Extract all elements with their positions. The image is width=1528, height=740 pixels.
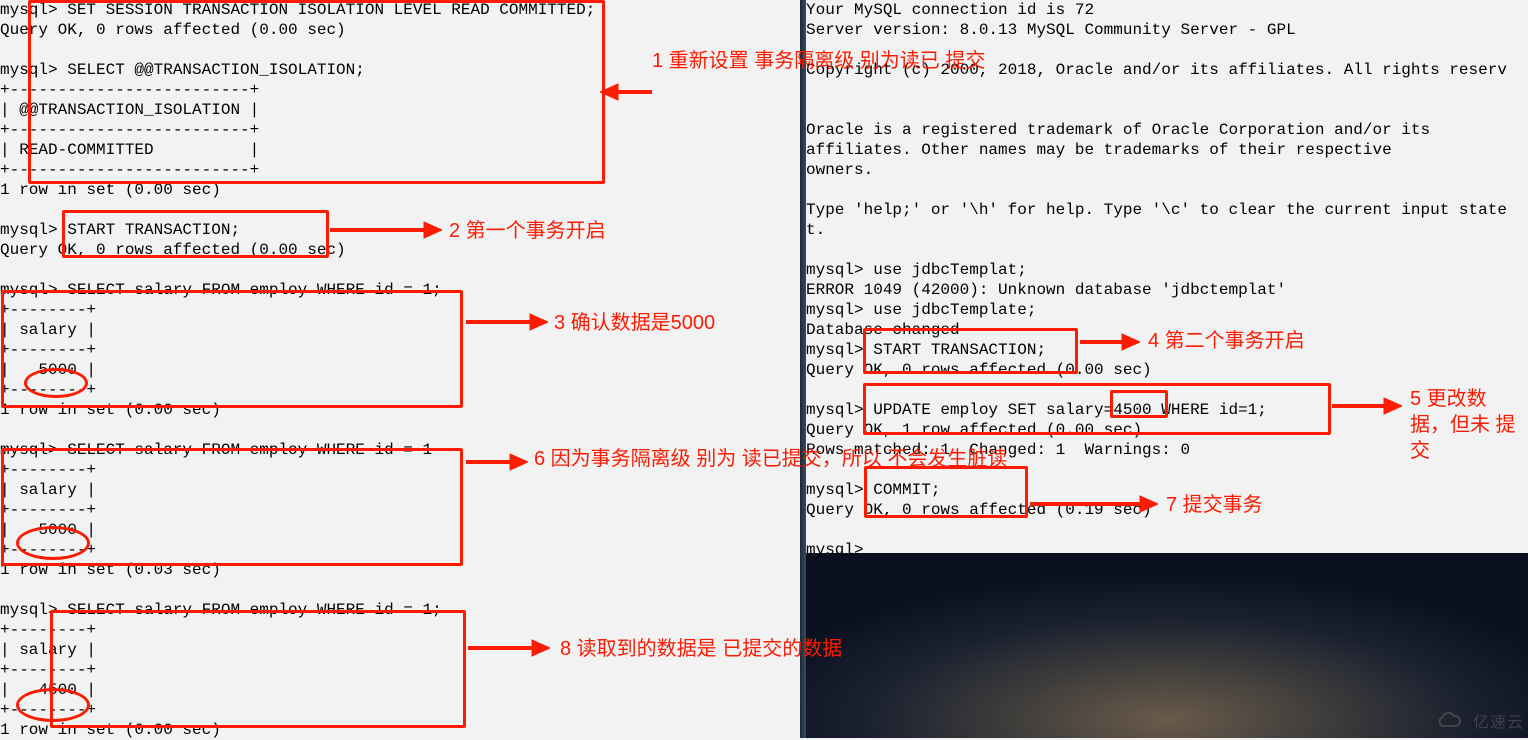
highlight-box-2 [62,210,329,258]
arrow-6 [466,452,528,472]
arrow-2 [330,220,442,240]
annotation-4: 4 第二个事务开启 [1148,328,1305,354]
highlight-box-1 [28,0,605,184]
arrow-3 [466,312,548,332]
circle-5000-a [24,368,88,398]
circle-5000-b [16,526,90,560]
highlight-box-5 [863,383,1331,435]
watermark: 亿速云 [1434,712,1524,736]
circle-4500 [16,688,90,722]
arrow-5 [1332,396,1402,416]
desktop-wallpaper [806,553,1528,738]
watermark-text: 亿速云 [1473,715,1524,732]
highlight-box-5b [1110,390,1168,418]
annotation-2: 2 第一个事务开启 [449,218,606,244]
cloud-icon [1434,712,1468,736]
annotation-5: 5 更改数 据，但未 提交 [1410,386,1528,464]
arrow-1 [600,82,652,102]
annotation-3: 3 确认数据是5000 [554,310,715,336]
highlight-box-4 [863,328,1078,374]
annotation-1: 1 重新设置 事务隔离级 别为读已 提交 [652,48,985,74]
annotation-6: 6 因为事务隔离级 别为 读已提交，所以 不会发生脏读 [534,446,1007,472]
highlight-box-8 [50,610,466,728]
annotation-8: 8 读取到的数据是 已提交的数据 [560,636,842,662]
annotation-7: 7 提交事务 [1166,492,1263,518]
arrow-7 [1030,494,1158,514]
arrow-8 [468,638,550,658]
arrow-4 [1080,332,1140,352]
highlight-box-7 [864,466,1028,518]
